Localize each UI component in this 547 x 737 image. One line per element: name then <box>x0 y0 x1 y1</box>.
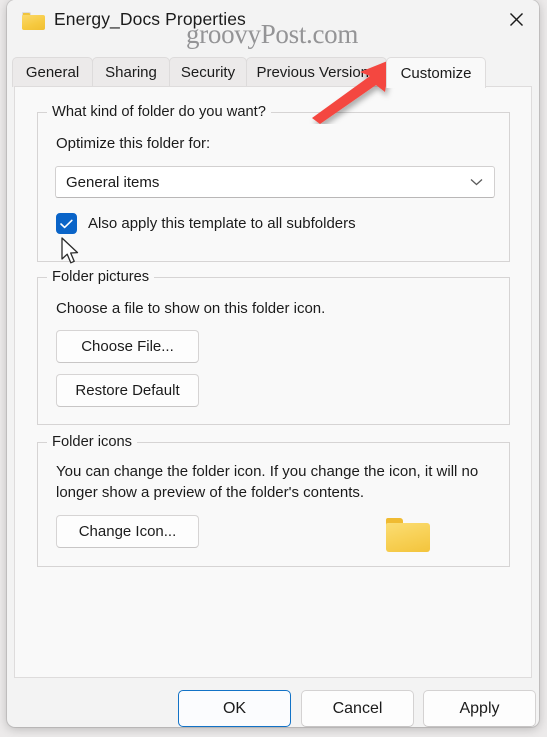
folder-pictures-group: Folder pictures Choose a file to show on… <box>37 269 510 425</box>
tab-general[interactable]: General <box>12 57 93 87</box>
apply-to-subfolders-checkbox[interactable]: Also apply this template to all subfolde… <box>56 213 356 234</box>
folder-icon <box>22 12 45 30</box>
folder-type-group: What kind of folder do you want? Optimiz… <box>37 104 510 262</box>
apply-to-subfolders-label: Also apply this template to all subfolde… <box>88 215 356 232</box>
tab-strip: General Sharing Security Previous Versio… <box>12 57 539 88</box>
apply-button[interactable]: Apply <box>423 690 536 727</box>
title-bar: Energy_Docs Properties <box>7 0 539 47</box>
folder-type-legend: What kind of folder do you want? <box>47 104 271 120</box>
optimize-folder-value: General items <box>66 173 160 191</box>
folder-pictures-legend: Folder pictures <box>47 269 155 285</box>
optimize-folder-label: Optimize this folder for: <box>56 135 211 152</box>
tab-previous-versions[interactable]: Previous Versions <box>246 57 387 87</box>
tab-customize[interactable]: Customize <box>386 57 486 88</box>
change-icon-button[interactable]: Change Icon... <box>56 515 199 548</box>
checkbox-box <box>56 213 77 234</box>
folder-icons-description: You can change the folder icon. If you c… <box>56 463 479 501</box>
tab-sharing[interactable]: Sharing <box>92 57 170 87</box>
close-icon <box>509 12 523 26</box>
folder-preview-icon <box>386 518 430 552</box>
window-title: Energy_Docs Properties <box>54 9 246 29</box>
screenshot-root: Energy_Docs Properties General Sharing S… <box>0 0 547 737</box>
properties-dialog: Energy_Docs Properties General Sharing S… <box>7 0 539 727</box>
folder-icons-legend: Folder icons <box>47 434 137 450</box>
choose-file-button[interactable]: Choose File... <box>56 330 199 363</box>
check-icon <box>60 219 73 228</box>
chevron-down-icon <box>470 173 483 191</box>
tab-security[interactable]: Security <box>169 57 247 87</box>
tab-content-panel: What kind of folder do you want? Optimiz… <box>14 86 532 678</box>
folder-icons-group: Folder icons You can change the folder i… <box>37 434 510 567</box>
ok-button[interactable]: OK <box>178 690 291 727</box>
folder-pictures-description: Choose a file to show on this folder ico… <box>56 300 326 317</box>
optimize-folder-select[interactable]: General items <box>55 166 495 198</box>
cancel-button[interactable]: Cancel <box>301 690 414 727</box>
close-button[interactable] <box>493 0 539 38</box>
restore-default-button[interactable]: Restore Default <box>56 374 199 407</box>
